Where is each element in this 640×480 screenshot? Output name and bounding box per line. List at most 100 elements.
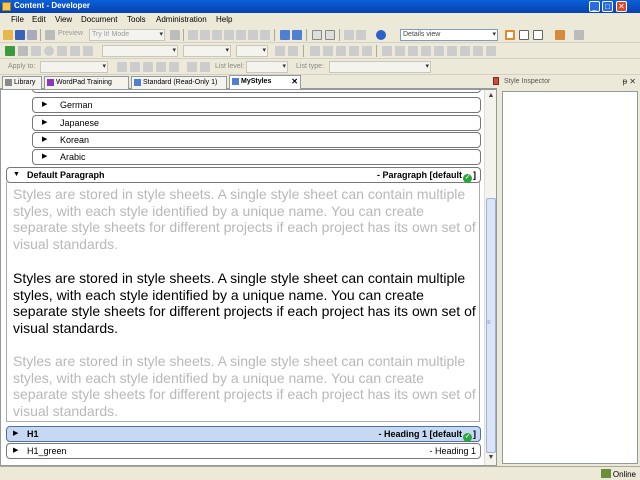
menu-tools[interactable]: Tools (127, 15, 146, 24)
font-size-select[interactable] (236, 45, 268, 57)
add-menu-icon[interactable] (18, 46, 28, 56)
save-icon[interactable] (15, 30, 25, 40)
style-select[interactable] (102, 45, 178, 57)
bold-icon[interactable] (310, 46, 320, 56)
preview-icon[interactable] (45, 30, 55, 40)
tab-label: Library (14, 79, 36, 86)
properties-icon[interactable] (57, 46, 67, 56)
menu-edit[interactable]: Edit (32, 15, 46, 24)
menu-file[interactable]: File (11, 15, 24, 24)
remove-icon[interactable] (31, 46, 41, 56)
font-select[interactable] (183, 45, 231, 57)
tab-standard[interactable]: Standard (Read-Only 1) (131, 76, 227, 89)
tab-library[interactable]: Library (2, 76, 42, 89)
split-view-icon[interactable] (519, 30, 529, 40)
tab-wordpad-training[interactable]: WordPad Training (44, 76, 129, 89)
cut-icon[interactable] (188, 30, 198, 40)
delete-icon[interactable] (236, 30, 246, 40)
condition-icon[interactable] (83, 46, 93, 56)
close-button[interactable]: ✕ (616, 1, 627, 12)
mode-select[interactable]: Try It! Mode (89, 29, 165, 41)
find-icon[interactable] (248, 30, 258, 40)
bullet-list-icon[interactable] (117, 62, 127, 72)
italic-icon[interactable] (323, 46, 333, 56)
clear-format-icon[interactable] (288, 46, 298, 56)
menu-view[interactable]: View (55, 15, 72, 24)
list-item[interactable]: ▶ Korean (32, 132, 481, 148)
list-item[interactable]: ▶ Arabic (32, 149, 481, 165)
maximize-button[interactable]: □ (602, 1, 613, 12)
h1-row[interactable]: ▶ H1 - Heading 1 [default ✓] (6, 426, 481, 442)
paste-special-icon[interactable] (224, 30, 234, 40)
strikethrough-icon[interactable] (349, 46, 359, 56)
expand-arrow-icon[interactable]: ▶ (42, 116, 47, 130)
undo-icon[interactable] (280, 30, 290, 40)
preview-label[interactable]: Preview (58, 30, 83, 37)
list-style-icon[interactable] (187, 62, 197, 72)
disable-icon[interactable] (44, 46, 54, 56)
expand-arrow-icon[interactable]: ▶ (42, 98, 47, 112)
outdent-icon[interactable] (447, 46, 457, 56)
h1-green-row[interactable]: ▶ H1_green - Heading 1 (6, 443, 481, 459)
refresh-icon[interactable] (574, 30, 584, 40)
list-level-select[interactable] (246, 61, 288, 73)
open-icon[interactable] (3, 30, 13, 40)
expand-arrow-icon[interactable]: ▶ (42, 150, 47, 164)
align-center-icon[interactable] (395, 46, 405, 56)
list-item[interactable]: ▶ German (32, 97, 481, 113)
restart-numbering-icon[interactable] (169, 62, 179, 72)
table-icon[interactable] (460, 46, 470, 56)
document-icon[interactable] (170, 30, 180, 40)
expand-icon[interactable] (312, 30, 322, 40)
expand-arrow-icon[interactable]: ▶ (42, 133, 47, 147)
help-icon[interactable] (376, 30, 386, 40)
menu-help[interactable]: Help (216, 15, 232, 24)
menu-administration[interactable]: Administration (156, 15, 207, 24)
expand-arrow-icon[interactable]: ▶ (13, 444, 18, 458)
apply-to-select[interactable] (40, 61, 108, 73)
format-painter-icon[interactable] (275, 46, 285, 56)
print-icon[interactable] (27, 30, 37, 40)
vertical-scrollbar[interactable]: ▲ ≡ ▼ (484, 90, 496, 465)
highlight-icon[interactable] (362, 46, 372, 56)
add-icon[interactable] (5, 46, 15, 56)
image-icon[interactable] (473, 46, 483, 56)
panel-splitter-icon[interactable] (493, 77, 499, 85)
list-props-icon[interactable] (200, 62, 210, 72)
replace-icon[interactable] (260, 30, 270, 40)
justify-icon[interactable] (421, 46, 431, 56)
menu-document[interactable]: Document (81, 15, 117, 24)
scroll-down-icon[interactable]: ▼ (486, 453, 496, 463)
link-icon[interactable] (486, 46, 496, 56)
pin-icon[interactable]: ᵽ (623, 77, 627, 86)
align-right-icon[interactable] (408, 46, 418, 56)
indent-icon[interactable] (434, 46, 444, 56)
thesaurus-icon[interactable] (356, 30, 366, 40)
default-paragraph-row[interactable]: ▼ Default Paragraph - Paragraph [default… (6, 167, 481, 183)
collapse-icon[interactable] (325, 30, 335, 40)
list-indent-icon[interactable] (143, 62, 153, 72)
align-left-icon[interactable] (382, 46, 392, 56)
list-type-select[interactable] (329, 61, 431, 73)
numbered-list-icon[interactable] (130, 62, 140, 72)
outline-view-icon[interactable] (533, 30, 543, 40)
expand-arrow-icon[interactable]: ▶ (13, 427, 18, 441)
close-tab-icon[interactable]: ✕ (291, 76, 298, 87)
view-select[interactable]: Details view (400, 29, 498, 41)
underline-icon[interactable] (336, 46, 346, 56)
redo-icon[interactable] (292, 30, 302, 40)
tab-mystyles[interactable]: MyStyles ✕ (229, 75, 301, 89)
list-outdent-icon[interactable] (156, 62, 166, 72)
export-icon[interactable] (555, 30, 565, 40)
collapse-arrow-icon[interactable]: ▼ (13, 168, 20, 182)
scroll-up-icon[interactable]: ▲ (486, 91, 496, 101)
spellcheck-icon[interactable] (344, 30, 354, 40)
paste-icon[interactable] (212, 30, 222, 40)
layout-icon[interactable] (505, 30, 515, 40)
list-item[interactable]: ▶ Japanese (32, 115, 481, 131)
copy-icon[interactable] (200, 30, 210, 40)
tag-icon[interactable] (70, 46, 80, 56)
sample-text-current[interactable]: Styles are stored in style sheets. A sin… (13, 270, 477, 336)
close-panel-icon[interactable]: ✕ (629, 77, 636, 86)
minimize-button[interactable]: _ (589, 1, 600, 12)
